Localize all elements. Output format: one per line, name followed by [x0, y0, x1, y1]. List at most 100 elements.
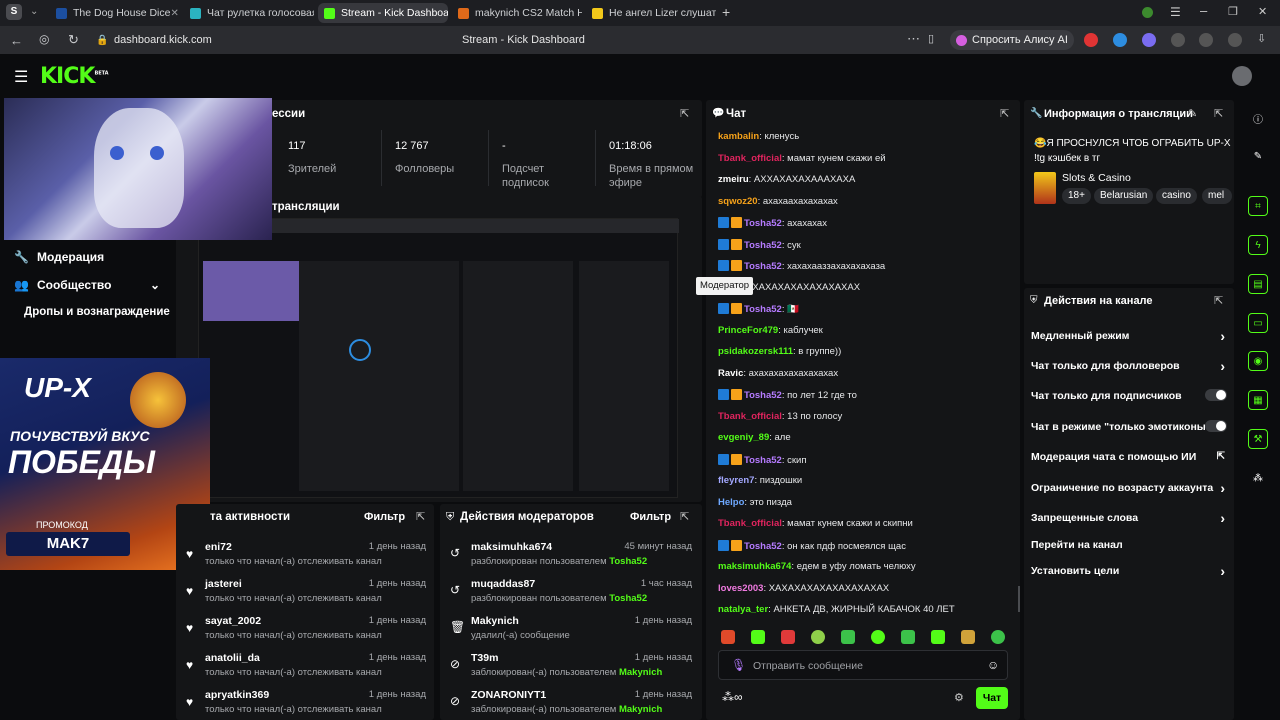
privacy-shield-icon[interactable]: ◎: [39, 33, 49, 46]
channel-setting-row[interactable]: Ограничение по возрасту аккаунта ›: [1031, 480, 1229, 496]
chat-message[interactable]: Tosha52: сук: [718, 238, 801, 251]
chat-message[interactable]: Tosha52: по лет 12 где то: [718, 389, 857, 401]
channel-setting-row[interactable]: Запрещенные слова ›: [1031, 510, 1229, 526]
emote-icon[interactable]: [781, 630, 795, 644]
crown-badge-icon[interactable]: [731, 217, 742, 228]
popout-icon[interactable]: ⇱: [1214, 294, 1223, 307]
crown-badge-icon[interactable]: [731, 389, 742, 400]
crown-badge-icon[interactable]: [731, 238, 742, 250]
moderator-badge-icon[interactable]: [718, 389, 729, 400]
ask-alice-button[interactable]: Спросить Алису AI: [950, 30, 1074, 50]
tab-dog-house[interactable]: The Dog House Dice ✕: [50, 3, 180, 23]
hamburger-menu-icon[interactable]: ☰: [1170, 5, 1181, 19]
crown-badge-icon[interactable]: [731, 539, 742, 551]
avatar[interactable]: [1232, 66, 1252, 86]
chat-message[interactable]: Helpo: это пизда: [718, 497, 792, 508]
category-name[interactable]: Slots & Casino: [1062, 172, 1131, 184]
chat-username[interactable]: evgeniy_89: [718, 432, 769, 443]
extension-icon[interactable]: [1084, 33, 1098, 47]
emote-icon[interactable]: [991, 630, 1005, 644]
popout-icon[interactable]: ⇱: [680, 510, 689, 523]
chat-username[interactable]: Ravic: [718, 368, 743, 379]
chat-scrollbar[interactable]: [1018, 586, 1020, 612]
url-text[interactable]: dashboard.kick.com: [114, 34, 212, 46]
kick-logo[interactable]: KICKBETA: [40, 64, 109, 89]
tab-makynich-cs2[interactable]: makynich CS2 Match Hist ✕: [452, 3, 582, 23]
more-dots-icon[interactable]: ⋯: [907, 32, 920, 45]
chat-tools-icon[interactable]: ⁂∞: [722, 690, 743, 704]
channel-setting-row[interactable]: Установить цели ›: [1031, 563, 1229, 579]
chat-username[interactable]: Tosha52: [744, 455, 782, 466]
moderator-badge-icon[interactable]: [718, 453, 729, 465]
extension-icon[interactable]: [1142, 33, 1156, 47]
wrench-icon[interactable]: ⚒: [1248, 429, 1268, 449]
tab-kick-dashboard[interactable]: Stream - Kick Dashboar ✕: [318, 3, 448, 23]
broadcast-icon[interactable]: ◉: [1248, 351, 1268, 371]
new-tab-plus-icon[interactable]: +: [722, 4, 730, 20]
emote-icon[interactable]: [811, 630, 825, 644]
moderator-badge-icon[interactable]: [718, 539, 729, 551]
filter-button[interactable]: Фильтр: [630, 511, 671, 523]
activity-row[interactable]: ♥ eni72 только что начал(-а) отслеживать к…: [184, 541, 426, 567]
chat-message[interactable]: fleyren7: пиздошки: [718, 475, 802, 486]
tab-list-chevron-icon[interactable]: ⌄: [30, 6, 38, 17]
mod-action-moderator[interactable]: Tosha52: [609, 556, 647, 567]
extension-icon[interactable]: [1113, 33, 1127, 47]
minimize-icon[interactable]: –: [1200, 3, 1207, 18]
lightning-icon[interactable]: ϟ: [1248, 235, 1268, 255]
mod-action-row[interactable]: ↺ maksimuhka674 разблокирован пользователе…: [450, 541, 692, 567]
emote-icon[interactable]: [751, 630, 765, 644]
crown-badge-icon[interactable]: [731, 260, 742, 271]
chat-username[interactable]: natalya_ter: [718, 604, 768, 615]
chat-bubble-icon[interactable]: ▭: [1248, 313, 1268, 333]
channel-setting-row[interactable]: Медленный режим ›: [1031, 328, 1229, 344]
chat-message[interactable]: Tosha52: скип: [718, 453, 806, 466]
moderator-badge-icon[interactable]: [718, 217, 729, 228]
storage-icon[interactable]: ▦: [1248, 390, 1268, 410]
chat-input-box[interactable]: 🎙 Отправить сообщение ☺: [718, 650, 1008, 680]
crop-icon[interactable]: ⌗: [1248, 196, 1268, 216]
mod-action-row[interactable]: ⊘ T39m заблокирован(-а) пользователем Maky…: [450, 652, 692, 678]
back-arrow-icon[interactable]: ←: [10, 34, 23, 47]
reload-icon[interactable]: ↻: [68, 33, 79, 46]
channel-setting-row[interactable]: Перейти на канал: [1031, 539, 1229, 551]
chat-message[interactable]: zmeiru: АХХАХАХАХАААХАХА: [718, 174, 855, 185]
filter-button[interactable]: Фильтр: [364, 511, 405, 523]
close-icon[interactable]: ✕: [170, 8, 178, 19]
extension-icon[interactable]: [1171, 33, 1185, 47]
tab-lizer[interactable]: Не ангел Lizer слушать о ✕: [586, 3, 716, 23]
popout-icon[interactable]: ⇱: [1214, 107, 1223, 120]
activity-row[interactable]: ♥ sayat_2002 только что начал(-а) отслежив…: [184, 615, 426, 641]
chat-message[interactable]: natalya_ter: АНКЕТА ДВ, ЖИРНЫЙ КАБАЧОК 4…: [718, 604, 955, 615]
mod-action-moderator[interactable]: Makynich: [619, 704, 662, 715]
chat-message[interactable]: Tbank_official: мамат кунем скажи ей: [718, 153, 886, 164]
channel-setting-row[interactable]: Чат только для фолловеров ›: [1031, 358, 1229, 374]
chat-username[interactable]: kambalin: [718, 131, 759, 142]
tab-chat-roulette[interactable]: Чат рулетка голосовая — ✕: [184, 3, 314, 23]
chat-username[interactable]: Tosha52: [744, 390, 782, 401]
mod-action-row[interactable]: ⊘ ZONARONIYT1 заблокирован(-а) пользовател…: [450, 689, 692, 715]
info-icon[interactable]: ⓘ: [1248, 108, 1268, 128]
chat-username[interactable]: Tbank_official: [718, 518, 782, 529]
moderator-badge-icon[interactable]: [718, 238, 729, 250]
hamburger-menu-icon[interactable]: ☰: [14, 67, 28, 87]
window-close-icon[interactable]: ✕: [1258, 5, 1267, 18]
chat-username[interactable]: sqwoz20: [718, 196, 758, 207]
toggle-switch[interactable]: [1205, 389, 1227, 401]
moderator-badge-icon[interactable]: [718, 303, 729, 314]
crown-badge-icon[interactable]: [731, 303, 742, 314]
chat-username[interactable]: Tbank_official: [718, 411, 782, 422]
popout-icon[interactable]: ⇱: [1000, 107, 1009, 120]
chat-username[interactable]: Tosha52: [744, 541, 782, 552]
mod-action-moderator[interactable]: Makynich: [619, 667, 662, 678]
restore-icon[interactable]: ❐: [1228, 5, 1238, 18]
chat-message[interactable]: Tbank_official: мамат кунем скажи и скип…: [718, 518, 913, 529]
apps-icon[interactable]: ⁂: [1248, 468, 1268, 488]
channel-setting-row[interactable]: Модерация чата с помощью ИИ ⇱: [1031, 451, 1229, 463]
extension-icon[interactable]: [1199, 33, 1213, 47]
download-icon[interactable]: ⇩: [1257, 33, 1266, 46]
chat-username[interactable]: Tosha52: [744, 218, 782, 229]
emote-icon[interactable]: [961, 630, 975, 644]
mod-action-moderator[interactable]: Tosha52: [609, 593, 647, 604]
edit-pencil-icon[interactable]: ✎: [1188, 107, 1197, 120]
